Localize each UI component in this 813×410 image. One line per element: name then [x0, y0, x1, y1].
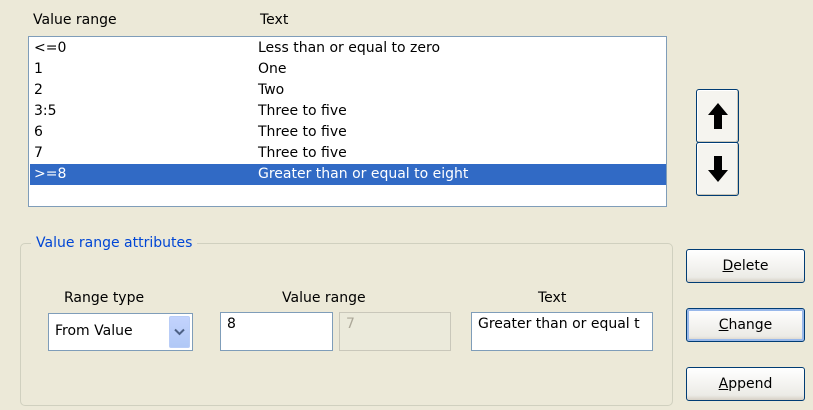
range-type-value: From Value	[55, 323, 133, 339]
list-item-text: Three to five	[258, 103, 347, 119]
list-item-selected[interactable]: >=8 Greater than or equal to eight	[30, 164, 666, 185]
value-range-dialog: Value range Text <=0 Less than or equal …	[0, 0, 813, 410]
value-range-from-input[interactable]: 8	[220, 312, 333, 351]
append-mnemonic: A	[718, 376, 729, 392]
delete-label: elete	[733, 258, 769, 274]
list-item-range: 1	[34, 61, 43, 77]
list-item-text: One	[258, 61, 287, 77]
change-button[interactable]: Change	[686, 308, 805, 342]
arrow-down-icon	[707, 156, 728, 182]
list-item[interactable]: <=0 Less than or equal to zero	[30, 38, 666, 59]
list-item-text: Two	[258, 82, 285, 98]
change-label: hange	[728, 317, 773, 333]
list-item-range: 7	[34, 145, 43, 161]
list-item-range: 2	[34, 82, 43, 98]
column-header-text[interactable]: Text	[260, 12, 288, 28]
list-item[interactable]: 6 Three to five	[30, 122, 666, 143]
list-item-text: Three to five	[258, 124, 347, 140]
text-label: Text	[538, 290, 567, 306]
move-up-button[interactable]	[696, 89, 739, 143]
list-item-text: Less than or equal to zero	[258, 40, 441, 56]
column-header-value-range[interactable]: Value range	[33, 12, 117, 28]
list-item-range: 3:5	[34, 103, 57, 119]
dropdown-button[interactable]	[169, 316, 190, 348]
range-type-select[interactable]: From Value	[48, 313, 193, 351]
delete-mnemonic: D	[722, 258, 734, 274]
list-item-range: 6	[34, 124, 43, 140]
list-item[interactable]: 2 Two	[30, 80, 666, 101]
list-item-text: Three to five	[258, 145, 347, 161]
list-item-range: <=0	[34, 40, 67, 56]
text-input[interactable]: Greater than or equal t	[471, 312, 653, 351]
chevron-down-icon	[174, 328, 185, 336]
list-item-text: Greater than or equal to eight	[258, 166, 469, 182]
value-range-list[interactable]: <=0 Less than or equal to zero 1 One 2 T…	[28, 36, 667, 207]
value-range-label: Value range	[282, 290, 366, 306]
move-down-button[interactable]	[696, 142, 739, 196]
append-button[interactable]: Append	[686, 367, 805, 401]
list-item-range: >=8	[34, 166, 67, 182]
list-item[interactable]: 7 Three to five	[30, 143, 666, 164]
arrow-up-icon	[707, 103, 728, 129]
append-label: ppend	[728, 376, 773, 392]
change-mnemonic: C	[718, 317, 729, 333]
delete-button[interactable]: Delete	[686, 249, 805, 283]
group-legend: Value range attributes	[31, 235, 198, 251]
range-type-label: Range type	[64, 290, 145, 306]
list-item[interactable]: 1 One	[30, 59, 666, 80]
value-range-to-input: 7	[339, 312, 451, 351]
list-item[interactable]: 3:5 Three to five	[30, 101, 666, 122]
